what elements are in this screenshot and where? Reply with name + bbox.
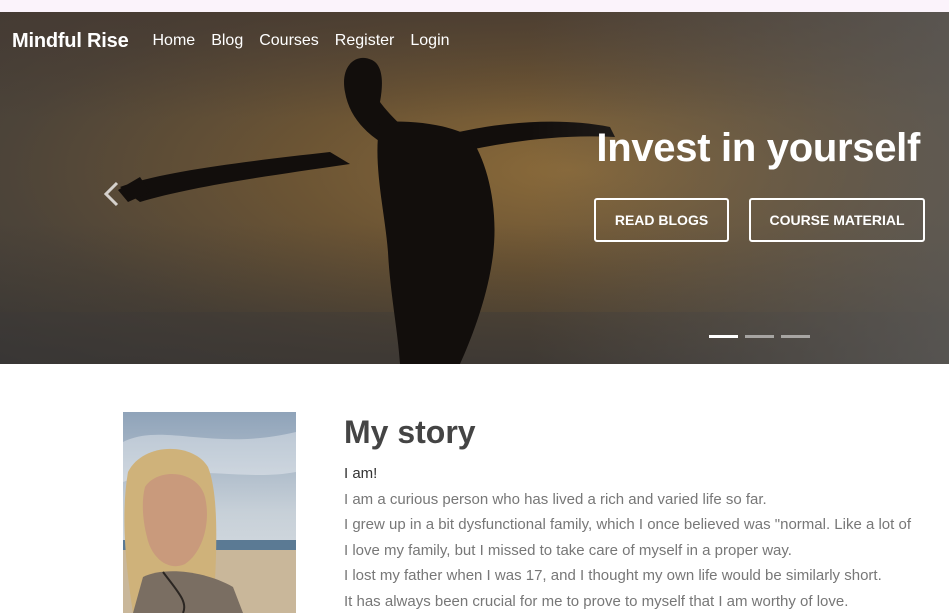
story-line: I lost my father when I was 17, and I th… <box>344 567 882 584</box>
carousel-indicator-1[interactable] <box>709 335 738 338</box>
course-material-button[interactable]: COURSE MATERIAL <box>749 198 925 242</box>
story-title: My story <box>344 414 476 450</box>
nav-link-courses[interactable]: Courses <box>259 32 319 50</box>
brand-logo[interactable]: Mindful Rise <box>12 30 129 53</box>
nav-link-register[interactable]: Register <box>335 32 395 50</box>
nav-link-home[interactable]: Home <box>153 32 196 50</box>
carousel-indicator-2[interactable] <box>745 335 774 338</box>
nav-link-blog[interactable]: Blog <box>211 32 243 50</box>
carousel-prev-button[interactable] <box>100 178 124 210</box>
top-navbar: Mindful Rise Home Blog Courses Register … <box>0 12 949 70</box>
carousel-indicators <box>709 335 810 338</box>
hero-title: Invest in yourself <box>596 126 920 170</box>
story-line: It has always been crucial for me to pro… <box>344 592 849 610</box>
story-text: I am! I am a curious person who has live… <box>344 461 949 613</box>
story-line: I am! <box>344 465 378 482</box>
story-line: I grew up in a bit dysfunctional family,… <box>344 516 911 533</box>
chevron-left-icon <box>103 181 119 207</box>
story-line: I love my family, but I missed to take c… <box>344 541 792 559</box>
nav-link-login[interactable]: Login <box>410 32 449 50</box>
read-blogs-button[interactable]: READ BLOGS <box>594 198 729 242</box>
top-strip <box>0 0 949 12</box>
story-line: I am a curious person who has lived a ri… <box>344 490 767 508</box>
carousel-indicator-3[interactable] <box>781 335 810 338</box>
profile-photo <box>123 412 296 613</box>
